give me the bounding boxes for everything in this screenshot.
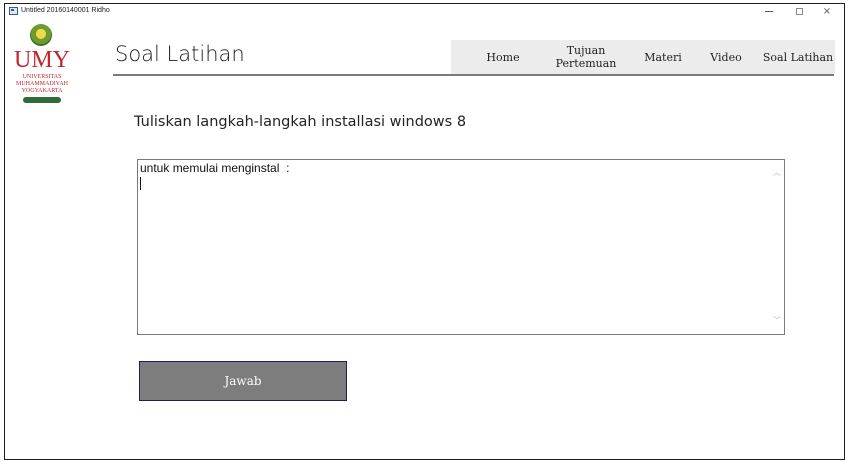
maximize-button[interactable]	[784, 4, 814, 18]
close-button[interactable]: ×	[812, 4, 842, 18]
header-divider	[113, 74, 834, 76]
app-icon	[9, 7, 18, 15]
logo-line-2: MUHAMMADIYAH	[15, 81, 68, 87]
title-bar: Untitled 20160140001 Ridho ×	[5, 4, 844, 18]
maximize-icon	[795, 7, 803, 15]
minimize-icon	[765, 10, 773, 12]
vertical-scrollbar[interactable]: ︿ ﹀	[770, 160, 784, 334]
app-window: Untitled 20160140001 Ridho × UMY UNIVERS…	[4, 3, 845, 460]
umy-logo: UMY UNIVERSITAS MUHAMMADIYAH YOGYAKARTA	[8, 24, 76, 122]
logo-line-1: UNIVERSITAS	[22, 74, 62, 80]
answer-textarea[interactable]: untuk memulai menginstal : ︿ ﹀	[137, 159, 785, 335]
nav-home[interactable]: Home	[479, 40, 527, 74]
question-text: Tuliskan langkah-langkah installasi wind…	[134, 114, 467, 130]
nav-tujuan-line-1: Tujuan	[566, 44, 606, 57]
logo-line-3: YOGYAKARTA	[21, 88, 63, 94]
nav-materi[interactable]: Materi	[639, 40, 687, 74]
nav-tujuan-pertemuan[interactable]: Tujuan Pertemuan	[555, 40, 617, 74]
page-title: Soal Latihan	[115, 42, 245, 66]
answer-text-value[interactable]: untuk memulai menginstal :	[140, 162, 760, 330]
logo-mark: UMY	[13, 47, 70, 73]
nav-video[interactable]: Video	[706, 40, 746, 74]
logo-seal-icon	[30, 24, 52, 46]
close-icon: ×	[822, 5, 832, 17]
nav-soal-latihan[interactable]: Soal Latihan	[759, 40, 837, 74]
text-caret	[140, 177, 141, 190]
scroll-up-arrow-icon[interactable]: ︿	[773, 169, 781, 177]
nav-tujuan-line-2: Pertemuan	[555, 57, 617, 70]
window-title: Untitled 20160140001 Ridho	[21, 7, 110, 14]
logo-ribbon	[23, 97, 61, 103]
minimize-button[interactable]	[754, 4, 784, 18]
scroll-down-arrow-icon[interactable]: ﹀	[773, 317, 781, 325]
jawab-button[interactable]: Jawab	[139, 361, 347, 401]
top-nav: Home Tujuan Pertemuan Materi Video Soal …	[451, 40, 835, 74]
